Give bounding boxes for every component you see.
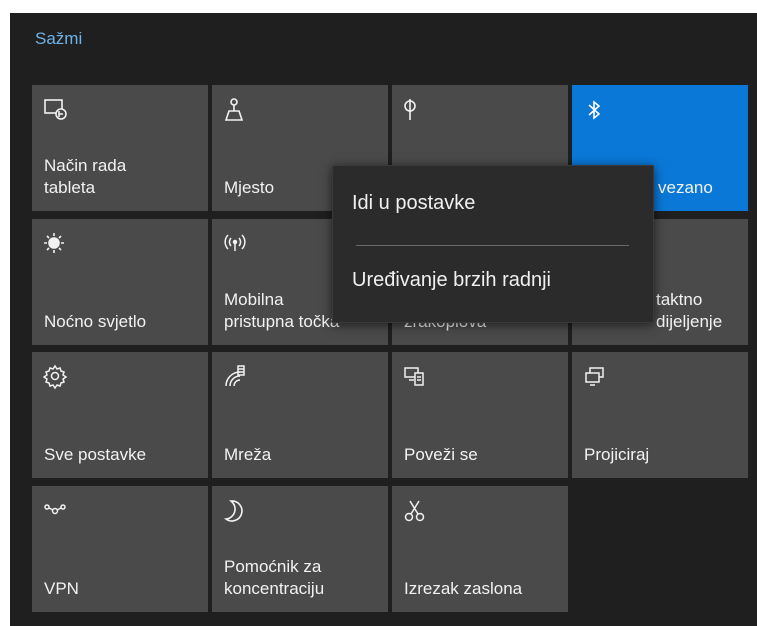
project-icon — [583, 364, 609, 390]
tile-label: Sve postavke — [44, 445, 147, 464]
tile-label: Poveži se — [404, 445, 478, 464]
tile-focus-assist[interactable]: Pomoćnik za koncentraciju — [212, 486, 388, 612]
tablet-mode-icon — [43, 97, 69, 123]
focus-pin-icon — [403, 97, 429, 123]
snip-icon — [403, 498, 429, 524]
context-menu: Idi u postavke Uređivanje brzih radnji — [332, 165, 654, 323]
night-light-icon — [43, 231, 69, 257]
bluetooth-icon — [583, 97, 609, 123]
moon-icon — [223, 498, 249, 524]
network-icon — [223, 364, 249, 390]
tile-label: Pomoćnik za koncentraciju — [224, 557, 325, 598]
tile-all-settings[interactable]: Sve postavke — [32, 352, 208, 478]
tile-label: taktno dijeljenje — [656, 290, 723, 331]
tile-label: Noćno svjetlo — [44, 312, 147, 331]
menu-item-edit-quick-actions[interactable]: Uređivanje brzih radnji — [352, 268, 551, 292]
collapse-link[interactable]: Sažmi — [35, 29, 82, 49]
gear-icon — [43, 364, 69, 390]
tile-label: vezano — [658, 178, 713, 197]
tile-label: Izrezak zaslona — [404, 579, 523, 598]
tile-connect[interactable]: Poveži se — [392, 352, 568, 478]
tile-snip[interactable]: Izrezak zaslona — [392, 486, 568, 612]
hotspot-icon — [223, 231, 249, 257]
tile-label: Mreža — [224, 445, 272, 464]
tile-night-light[interactable]: Noćno svjetlo — [32, 219, 208, 345]
tile-label: VPN — [44, 579, 79, 598]
menu-item-open-settings[interactable]: Idi u postavke — [352, 191, 475, 215]
connect-icon — [403, 364, 429, 390]
tile-project[interactable]: Projiciraj — [572, 352, 748, 478]
tile-label: Način rada tableta — [44, 156, 127, 197]
tile-vpn[interactable]: VPN — [32, 486, 208, 612]
tile-label: Projiciraj — [584, 445, 650, 464]
tile-network[interactable]: Mreža — [212, 352, 388, 478]
location-icon — [223, 97, 249, 123]
vpn-icon — [43, 498, 69, 524]
menu-separator — [356, 245, 629, 246]
tile-tablet-mode[interactable]: Način rada tableta — [32, 85, 208, 211]
